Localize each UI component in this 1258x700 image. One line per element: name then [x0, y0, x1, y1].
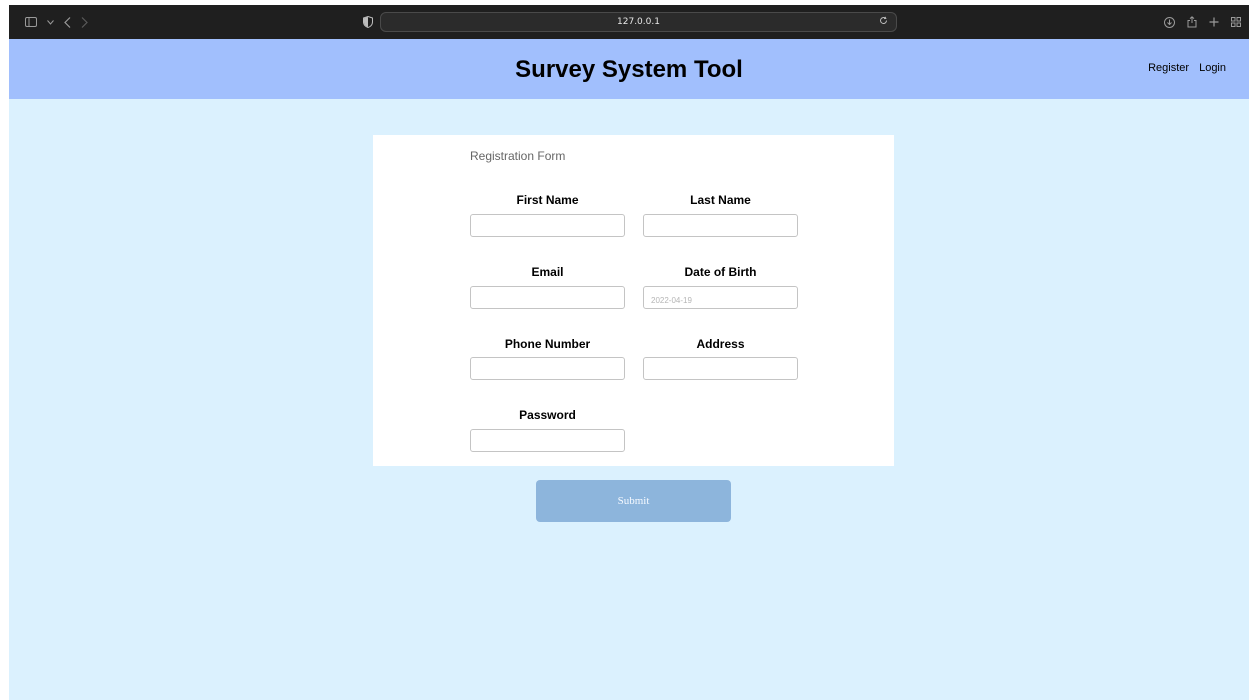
dob-label: Date of Birth — [684, 265, 757, 279]
first-name-label: First Name — [516, 193, 579, 207]
forward-arrow-icon[interactable] — [81, 16, 88, 28]
first-name-input[interactable] — [470, 214, 625, 237]
last-name-input[interactable] — [643, 214, 798, 237]
nav-register-link[interactable]: Register — [1148, 62, 1189, 74]
header-nav: Register Login — [1148, 62, 1226, 74]
submit-button[interactable]: Submit — [536, 480, 731, 522]
tab-overview-icon[interactable] — [1231, 17, 1241, 27]
password-input[interactable] — [470, 429, 625, 452]
download-icon[interactable] — [1164, 16, 1175, 28]
password-label: Password — [519, 408, 576, 422]
privacy-shield-icon[interactable] — [363, 16, 373, 28]
back-arrow-icon[interactable] — [64, 16, 71, 28]
address-input[interactable] — [643, 357, 798, 380]
phone-number-input[interactable] — [470, 357, 625, 380]
registration-form: Registration Form First Name Last Name E… — [373, 135, 894, 466]
page-content: Survey System Tool Register Login Regist… — [9, 39, 1249, 700]
share-icon[interactable] — [1187, 16, 1197, 28]
plus-icon[interactable] — [1209, 17, 1219, 27]
site-header: Survey System Tool Register Login — [9, 39, 1249, 99]
form-title: Registration Form — [470, 149, 566, 163]
address-label: Address — [696, 337, 745, 351]
date-of-birth-input[interactable] — [643, 286, 798, 309]
nav-login-link[interactable]: Login — [1199, 62, 1226, 74]
url-text: 127.0.0.1 — [617, 17, 660, 27]
sidebar-icon[interactable] — [25, 17, 37, 27]
email-field[interactable] — [470, 286, 625, 309]
address-bar[interactable]: 127.0.0.1 — [380, 12, 897, 32]
email-label: Email — [531, 265, 564, 279]
last-name-label: Last Name — [690, 193, 751, 207]
browser-toolbar: 127.0.0.1 — [9, 5, 1249, 39]
chevron-down-icon[interactable] — [47, 19, 54, 25]
phone-number-label: Phone Number — [504, 337, 591, 351]
reload-icon[interactable] — [879, 16, 888, 28]
site-title: Survey System Tool — [515, 56, 743, 83]
